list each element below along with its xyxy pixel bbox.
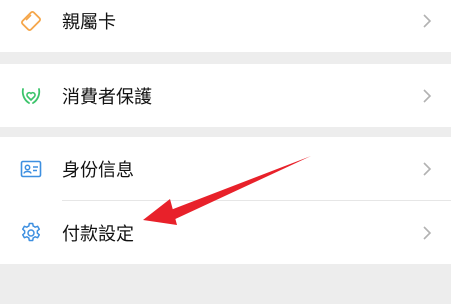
chevron-right-icon [420, 11, 434, 31]
menu-group-1: 親屬卡 [0, 0, 451, 52]
menu-item-label: 身份信息 [62, 159, 134, 181]
menu-item-family-card[interactable]: 親屬卡 [0, 0, 451, 52]
menu-item-label: 親屬卡 [62, 11, 116, 33]
menu-item-consumer-protection[interactable]: 消費者保護 [0, 64, 451, 127]
chevron-right-icon [420, 159, 434, 179]
id-card-icon [19, 157, 43, 181]
menu-group-2: 消費者保護 [0, 64, 451, 127]
menu-item-label: 消費者保護 [62, 86, 152, 108]
menu-item-identity-info[interactable]: 身份信息 [0, 137, 451, 200]
chevron-right-icon [420, 86, 434, 106]
gear-icon [19, 221, 43, 245]
menu-item-payment-settings[interactable]: 付款設定 [0, 201, 451, 264]
consumer-protection-icon [19, 84, 43, 108]
menu-group-3: 身份信息 付款設定 [0, 137, 451, 264]
menu-item-label: 付款設定 [62, 223, 134, 245]
chevron-right-icon [420, 223, 434, 243]
family-card-icon [19, 9, 43, 33]
